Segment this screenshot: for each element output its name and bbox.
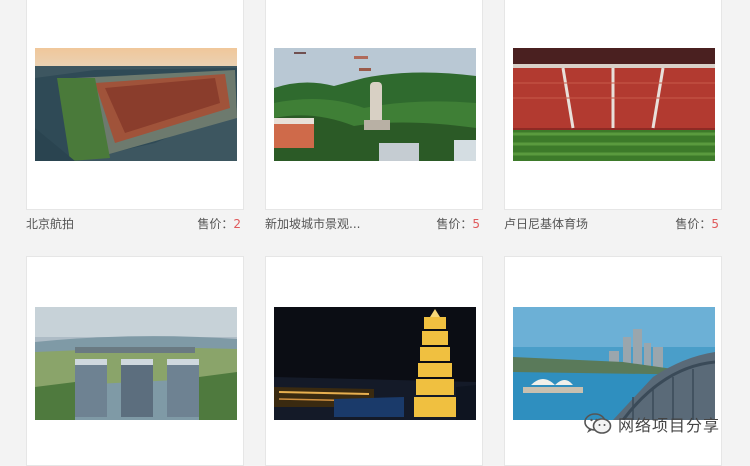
product-caption: 卢日尼基体育场 售价：5 (504, 211, 719, 237)
product-card-stadium[interactable] (504, 0, 722, 210)
product-card-beijing[interactable] (26, 0, 244, 210)
product-card-marina-bay[interactable] (26, 256, 244, 466)
product-thumbnail[interactable] (274, 307, 476, 420)
product-caption: 新加坡城市景观... 售价：5 (265, 211, 480, 237)
product-card-pagoda[interactable] (265, 256, 483, 466)
product-card-singapore[interactable] (265, 0, 483, 210)
product-thumbnail[interactable] (513, 307, 715, 420)
product-title[interactable]: 卢日尼基体育场 (504, 211, 588, 237)
product-title[interactable]: 北京航拍 (26, 211, 74, 237)
product-price: 售价：2 (197, 217, 241, 231)
watermark: 网络项目分享 (584, 410, 720, 438)
product-price: 售价：5 (436, 217, 480, 231)
watermark-text: 网络项目分享 (618, 416, 721, 435)
product-thumbnail[interactable] (35, 48, 237, 161)
product-thumbnail[interactable] (513, 48, 715, 161)
product-price: 售价：5 (675, 217, 719, 231)
product-thumbnail[interactable] (274, 48, 476, 161)
product-title[interactable]: 新加坡城市景观... (265, 211, 360, 237)
product-caption: 北京航拍 售价：2 (26, 211, 241, 237)
product-thumbnail[interactable] (35, 307, 237, 420)
wechat-icon (584, 412, 612, 436)
product-grid: 北京航拍 售价：2 新加坡城市景观... 售价：5 卢日尼基体育场 售价：5 网… (0, 0, 750, 466)
